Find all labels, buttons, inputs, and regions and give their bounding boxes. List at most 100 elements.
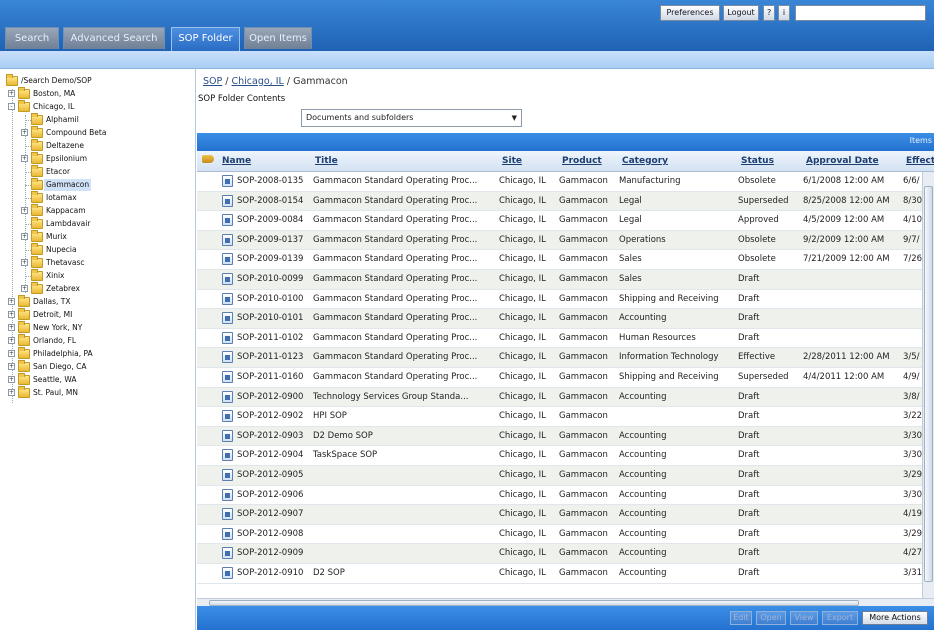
column-header-title[interactable]: Title <box>315 156 338 166</box>
cell-approval-date: 6/1/2008 12:00 AM <box>803 176 885 186</box>
tree-node-label: Iotamax <box>46 193 77 202</box>
folder-icon <box>31 243 43 255</box>
cell-status: Draft <box>738 391 760 402</box>
table-row[interactable]: SOP-2012-0906 Chicago, IL Gammacon Accounti… <box>197 486 922 506</box>
tree-node-label: San Diego, CA <box>33 362 87 371</box>
expand-icon[interactable]: + <box>21 129 28 136</box>
expand-icon[interactable]: + <box>8 350 15 357</box>
table-row[interactable]: SOP-2008-0154 Gammacon Standard Operating… <box>197 191 922 212</box>
table-row[interactable]: SOP-2011-0160 Gammacon Standard Operating… <box>197 368 922 388</box>
cell-category: Accounting <box>619 391 667 402</box>
column-header-name[interactable]: Name <box>222 156 251 166</box>
view-button[interactable]: View <box>790 611 818 625</box>
cell-category: Operations <box>619 234 666 245</box>
collapse-icon[interactable]: - <box>8 103 15 110</box>
expand-icon[interactable]: + <box>8 363 15 370</box>
vertical-scroll-thumb[interactable] <box>924 186 933 582</box>
folder-icon <box>6 74 18 86</box>
expand-icon[interactable]: + <box>8 376 15 383</box>
breadcrumb-sop[interactable]: SOP <box>203 76 222 87</box>
expand-icon[interactable]: + <box>8 324 15 331</box>
table-row[interactable]: SOP-2012-0903 D2 Demo SOP Chicago, IL Gamma… <box>197 426 922 447</box>
expand-icon[interactable]: + <box>8 389 15 396</box>
help-button[interactable]: ? <box>763 5 775 21</box>
expand-icon[interactable]: + <box>8 90 15 97</box>
cell-category: Accounting <box>619 313 667 324</box>
preferences-button[interactable]: Preferences <box>660 5 720 21</box>
cell-status: Draft <box>738 568 760 578</box>
expand-icon[interactable]: + <box>8 337 15 344</box>
table-row[interactable]: SOP-2012-0908 Chicago, IL Gammacon Accounti… <box>197 525 922 545</box>
document-icon <box>222 331 233 344</box>
cell-product: Gammacon <box>559 450 608 461</box>
document-icon <box>222 233 233 246</box>
info-button[interactable]: i <box>778 5 790 21</box>
table-row[interactable]: SOP-2010-0100 Gammacon Standard Operating… <box>197 290 922 310</box>
cell-category: Accounting <box>619 548 667 559</box>
key-icon <box>202 155 214 163</box>
column-header-site[interactable]: Site <box>502 156 522 166</box>
cell-site: Chicago, IL <box>499 548 546 559</box>
cell-status: Draft <box>738 313 760 324</box>
global-search-input[interactable] <box>795 5 926 21</box>
cell-title: Gammacon Standard Operating Proc... <box>313 254 478 265</box>
table-row[interactable]: SOP-2009-0084 Gammacon Standard Operating… <box>197 211 922 231</box>
column-header-approval-date[interactable]: Approval Date <box>806 156 879 166</box>
tab-sop-folder[interactable]: SOP Folder <box>171 27 240 51</box>
export-button[interactable]: Export <box>822 611 858 625</box>
cell-category: Shipping and Receiving <box>619 372 719 382</box>
folder-icon <box>31 178 43 190</box>
contents-filter-select[interactable]: Documents and subfolders ▼ <box>301 109 522 127</box>
folder-icon <box>31 191 43 203</box>
expand-icon[interactable]: + <box>21 155 28 162</box>
cell-status: Draft <box>738 489 760 500</box>
tab-search[interactable]: Search <box>5 27 59 49</box>
grid-rows: SOP-2008-0135 Gammacon Standard Operating… <box>197 172 922 598</box>
table-row[interactable]: SOP-2012-0904 TaskSpace SOP Chicago, IL Gam… <box>197 446 922 466</box>
expand-icon[interactable]: + <box>8 298 15 305</box>
column-header-effective[interactable]: Effect <box>906 156 934 166</box>
cell-site: Chicago, IL <box>499 470 546 480</box>
table-row[interactable]: SOP-2012-0902 HPI SOP Chicago, IL Gammacon D… <box>197 407 922 427</box>
tab-advanced-search[interactable]: Advanced Search <box>63 27 165 49</box>
table-row[interactable]: SOP-2012-0900 Technology Services Group S… <box>197 387 922 408</box>
expand-icon[interactable]: + <box>21 233 28 240</box>
table-row[interactable]: SOP-2012-0905 Chicago, IL Gammacon Accounti… <box>197 466 922 486</box>
table-row[interactable]: SOP-2009-0139 Gammacon Standard Operating… <box>197 250 922 270</box>
tree-node-label: Dallas, TX <box>33 297 71 306</box>
table-row[interactable]: SOP-2011-0102 Gammacon Standard Operating… <box>197 329 922 349</box>
column-header-status[interactable]: Status <box>741 156 774 166</box>
document-icon <box>222 429 233 442</box>
table-row[interactable]: SOP-2009-0137 Gammacon Standard Operating… <box>197 230 922 251</box>
cell-name: SOP-2012-0904 <box>237 450 304 461</box>
table-row[interactable]: SOP-2012-0907 Chicago, IL Gammacon Accounti… <box>197 505 922 525</box>
expand-icon[interactable]: + <box>21 285 28 292</box>
more-actions-button[interactable]: More Actions <box>862 611 928 625</box>
cell-approval-date: 8/25/2008 12:00 AM <box>803 195 890 206</box>
cell-category: Shipping and Receiving <box>619 293 719 304</box>
column-header-category[interactable]: Category <box>622 156 668 166</box>
table-row[interactable]: SOP-2012-0909 Chicago, IL Gammacon Accounti… <box>197 544 922 564</box>
table-row[interactable]: SOP-2012-0910 D2 SOP Chicago, IL Gammacon Ac… <box>197 564 922 584</box>
table-row[interactable]: SOP-2010-0101 Gammacon Standard Operating… <box>197 309 922 329</box>
open-button[interactable]: Open <box>756 611 786 625</box>
vertical-scrollbar[interactable] <box>922 172 934 598</box>
table-row[interactable]: SOP-2011-0123 Gammacon Standard Operating… <box>197 348 922 368</box>
expand-icon[interactable]: + <box>21 259 28 266</box>
expand-icon[interactable]: + <box>21 207 28 214</box>
table-row[interactable]: SOP-2010-0099 Gammacon Standard Operating… <box>197 270 922 290</box>
horizontal-scrollbar[interactable] <box>197 598 934 606</box>
edit-button[interactable]: Edit <box>730 611 752 625</box>
tab-open-items[interactable]: Open Items <box>244 27 312 49</box>
expand-icon[interactable]: + <box>8 311 15 318</box>
breadcrumb-chicago[interactable]: Chicago, IL <box>232 76 284 87</box>
document-icon <box>222 371 233 383</box>
tree-node-label: Nupecia <box>46 245 77 254</box>
cell-status: Obsolete <box>738 234 776 245</box>
logout-button[interactable]: Logout <box>723 5 759 21</box>
cell-title: D2 Demo SOP <box>313 430 373 441</box>
table-row[interactable]: SOP-2008-0135 Gammacon Standard Operating… <box>197 172 922 192</box>
cell-product: Gammacon <box>559 548 608 559</box>
cell-name: SOP-2010-0101 <box>237 313 304 324</box>
column-header-product[interactable]: Product <box>562 156 602 166</box>
